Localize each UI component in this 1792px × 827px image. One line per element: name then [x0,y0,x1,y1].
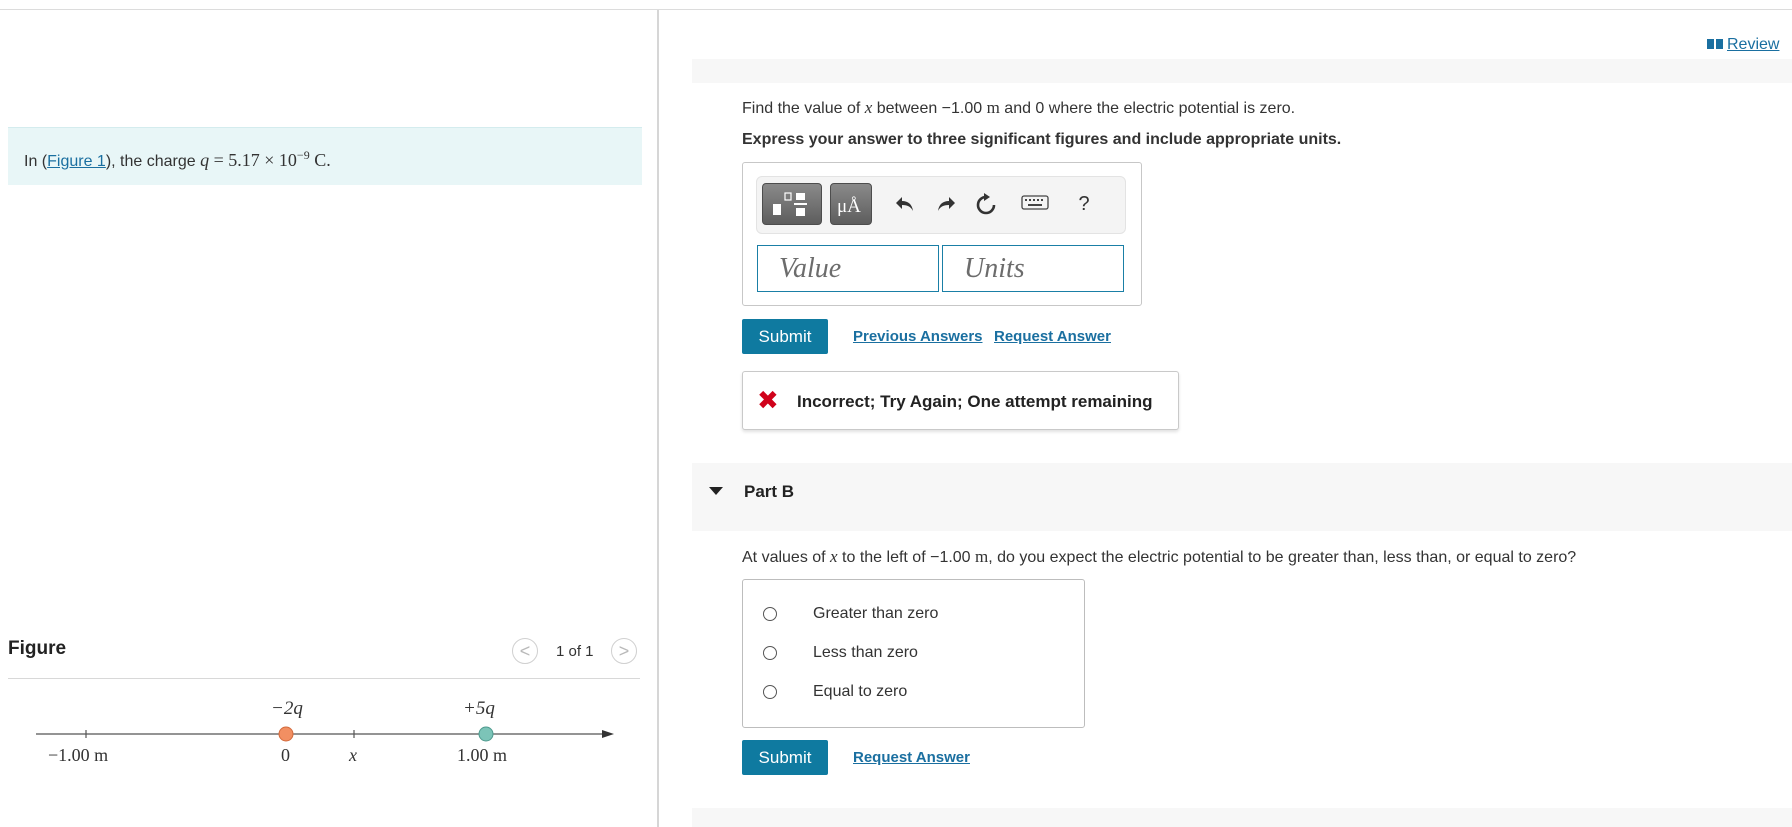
feedback-message: ✖ Incorrect; Try Again; One attempt rema… [742,371,1179,430]
intro-suffix: ), the charge [105,153,201,170]
tick-one-label: 1.00 m [457,745,507,765]
units-input[interactable] [942,245,1124,292]
radio-less-than-zero[interactable] [763,646,777,660]
part-b-title: Part B [744,482,795,501]
charge-unit: C. [309,150,331,170]
keyboard-icon[interactable] [1020,193,1050,216]
tick-minus-one-label: −1.00 m [48,745,108,765]
math-toolbar: μÅ ? [756,176,1126,234]
review-label: Review [1727,36,1780,53]
intro-text: In (Figure 1), the charge q = 5.17 × 10−… [24,148,331,171]
reset-icon[interactable] [973,193,999,222]
figure-rule [8,678,640,679]
next-part-band [692,808,1792,827]
part-b-question-mid: to the left of −1.00 [837,549,976,566]
part-b-question-suffix: , do you expect the electric potential t… [988,549,1577,566]
value-input[interactable] [757,245,939,292]
figure-page-indicator: 1 of 1 [556,643,594,660]
feedback-text: Incorrect; Try Again; One attempt remain… [797,392,1153,411]
incorrect-icon: ✖ [757,385,779,415]
review-link[interactable]: Review [1707,36,1779,55]
part-a-question-mid: between −1.00 [872,100,987,117]
part-a-question: Find the value of x between −1.00 m and … [742,98,1295,118]
templates-button[interactable] [762,183,822,225]
charge-right-dot [478,726,494,742]
part-a-request-answer-link[interactable]: Request Answer [994,328,1111,345]
figure-heading: Figure [8,638,67,659]
part-b-choices: Greater than zero Less than zero Equal t… [742,579,1085,728]
part-a-submit-button[interactable]: Submit [742,319,828,354]
previous-figure-button[interactable]: < [512,638,538,664]
part-b-request-answer-link[interactable]: Request Answer [853,749,970,766]
collapse-caret-icon[interactable] [709,487,723,495]
charge-right-label: +5q [463,698,495,719]
charge-left-label: −2q [271,698,303,719]
part-a-question-suffix: and 0 where the electric potential is ze… [999,100,1296,117]
part-a-question-unit: m [986,98,1000,117]
part-a-header-band [692,59,1792,83]
tick-zero-label: 0 [281,745,290,765]
figure-pager: < 1 of 1 > [512,638,642,666]
next-figure-button[interactable]: > [611,638,637,664]
redo-icon[interactable] [933,193,959,218]
charge-line-diagram: −2q +5q −1.00 m 0 x 1.00 m [36,698,614,765]
part-b-question: At values of x to the left of −1.00 m, d… [742,547,1576,567]
part-b-question-var: x [830,547,838,566]
radio-greater-than-zero[interactable] [763,607,777,621]
charge-left-dot [278,726,294,742]
charge-expression: q = 5.17 × 10−9 C. [200,148,331,170]
tick-x-label: x [348,745,357,765]
part-b-submit-button[interactable]: Submit [742,740,828,775]
choice-label: Equal to zero [813,683,908,700]
charge-value: = 5.17 × 10 [209,150,297,170]
choice-label: Greater than zero [813,605,939,622]
undo-icon[interactable] [892,193,918,218]
number-line-arrow [602,730,614,738]
part-b-header[interactable]: Part B [692,463,1792,531]
part-b-question-prefix: At values of [742,549,831,566]
book-icon [1707,37,1723,55]
choice-label: Less than zero [813,644,918,661]
help-button[interactable]: ? [1071,193,1097,215]
part-a-instruction: Express your answer to three significant… [742,131,1342,148]
intro-prefix: In ( [24,153,48,170]
charge-exponent: −9 [296,148,310,162]
units-symbol-button[interactable]: μÅ [830,183,872,225]
top-border [0,9,1792,10]
charge-variable: q [200,150,210,170]
radio-equal-to-zero[interactable] [763,685,777,699]
problem-intro: In (Figure 1), the charge q = 5.17 × 10−… [8,127,642,185]
templates-icon [773,192,807,216]
answer-entry-box: μÅ ? [742,162,1142,306]
column-divider[interactable] [657,10,659,827]
previous-answers-link[interactable]: Previous Answers [853,328,983,345]
figure-link[interactable]: Figure 1 [47,153,106,170]
part-b-question-unit: m [975,547,989,566]
units-symbol-glyph: μÅ [837,196,861,217]
part-a-question-prefix: Find the value of [742,100,865,117]
